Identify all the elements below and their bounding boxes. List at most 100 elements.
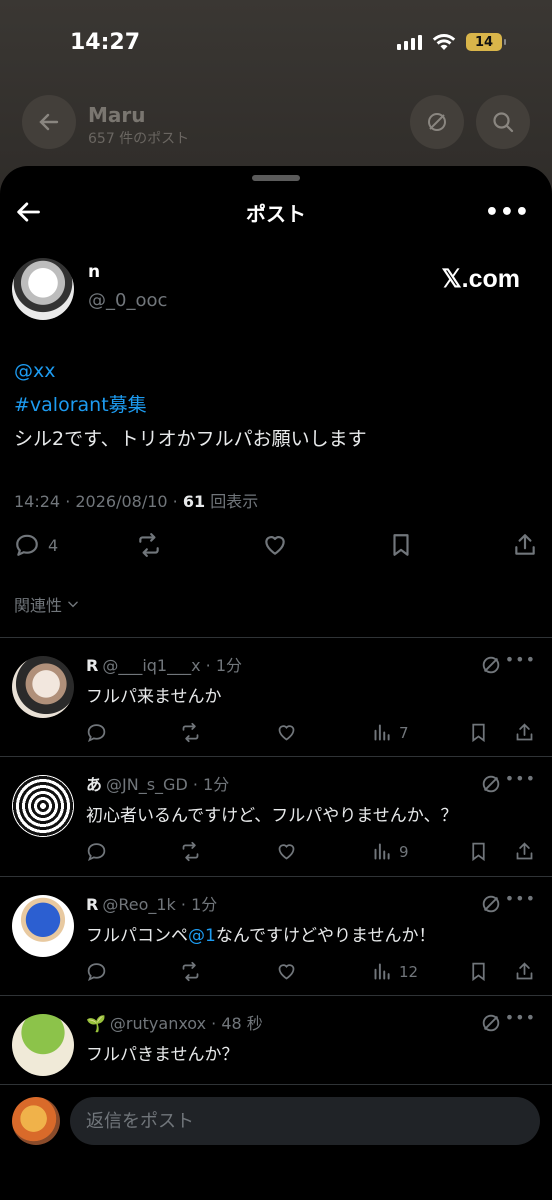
post-meta: 14:24 · 2026/08/10 · 61 回表示 — [14, 488, 258, 512]
battery-icon: 14 — [466, 33, 506, 51]
share-icon — [515, 534, 535, 555]
sort-dropdown[interactable]: 関連性 — [14, 592, 80, 616]
more-options-icon[interactable]: ••• — [505, 650, 536, 669]
more-options-icon[interactable]: ••• — [505, 1008, 536, 1027]
avatar[interactable] — [12, 775, 74, 837]
grok-icon[interactable] — [480, 654, 502, 676]
reply-handle[interactable]: @JN_s_GD · 1分 — [106, 775, 229, 794]
repost-icon — [182, 841, 199, 862]
reply-author-name[interactable]: R — [86, 895, 98, 914]
reply-text-part: なんですけどやりませんか！ — [215, 926, 436, 946]
author-handle[interactable]: @_0_ooc — [88, 290, 167, 311]
view-count: 61 — [182, 492, 206, 511]
background-subtitle: 657 件のポスト — [88, 131, 190, 147]
avatar[interactable] — [12, 1097, 60, 1145]
reply-button[interactable] — [86, 961, 107, 982]
mention-link[interactable]: @xx — [14, 360, 56, 382]
views-count: 7 — [399, 723, 409, 742]
share-button[interactable] — [514, 841, 535, 862]
reply-text: フルパ来ませんか — [86, 687, 222, 707]
like-button[interactable] — [262, 532, 288, 558]
reply-icon — [16, 534, 38, 556]
reply-button[interactable]: 4 — [14, 532, 58, 558]
grok-icon[interactable] — [480, 1012, 502, 1034]
cellular-signal-icon — [397, 34, 422, 50]
reply-button[interactable] — [86, 722, 107, 743]
post-body: @xx #valorant募集 シル2です、トリオかフルパお願いします — [14, 354, 367, 456]
grok-icon[interactable] — [480, 773, 502, 795]
status-icons: 14 — [397, 33, 506, 51]
mention-link[interactable]: @1 — [188, 926, 216, 946]
status-time: 14:27 — [70, 30, 141, 55]
views-button[interactable]: 9 — [372, 841, 409, 862]
grok-icon — [428, 113, 446, 131]
share-button[interactable] — [514, 722, 535, 743]
share-icon — [516, 962, 533, 980]
reply-item[interactable]: R @Reo_1k · 1分 ••• フルパコンペ@1なんですけどやりませんか！ … — [0, 877, 552, 995]
background-grok-button — [410, 95, 464, 149]
post-text: シル2です、トリオかフルパお願いします — [14, 428, 367, 450]
share-button[interactable] — [514, 961, 535, 982]
reply-handle[interactable]: @Reo_1k · 1分 — [102, 895, 217, 914]
heart-icon — [278, 844, 295, 860]
reply-composer — [0, 1084, 552, 1200]
analytics-icon — [374, 963, 390, 980]
bookmark-icon — [472, 723, 485, 743]
status-bar: 14:27 14 — [0, 0, 552, 90]
grok-icon[interactable] — [480, 893, 502, 915]
reply-author-name[interactable]: 🌱 — [86, 1014, 106, 1033]
reply-header: R @Reo_1k · 1分 — [86, 891, 217, 915]
reply-actions: 9 — [0, 841, 552, 865]
reply-author-name[interactable]: あ — [86, 775, 102, 794]
reply-button[interactable] — [86, 841, 107, 862]
reply-author-name[interactable]: R — [86, 656, 98, 675]
more-options-icon[interactable]: ••• — [505, 889, 536, 908]
like-button[interactable] — [276, 961, 297, 982]
author-avatar[interactable] — [12, 258, 74, 320]
bookmark-button[interactable] — [468, 961, 489, 982]
share-button[interactable] — [512, 532, 538, 558]
reply-actions: 12 — [0, 961, 552, 985]
more-options-icon[interactable]: ••• — [505, 769, 536, 788]
avatar[interactable] — [12, 895, 74, 957]
bookmark-icon — [472, 842, 485, 862]
repost-button[interactable] — [180, 722, 201, 743]
reply-count: 4 — [48, 535, 59, 555]
author-name[interactable]: n — [88, 262, 100, 282]
reply-text: フルパきませんか？ — [86, 1045, 239, 1065]
background-header: Maru 657 件のポスト — [0, 95, 552, 155]
analytics-icon — [374, 843, 390, 860]
page-title: ポスト — [246, 202, 306, 226]
like-button[interactable] — [276, 722, 297, 743]
reply-item[interactable]: R @___iq1___x · 1分 ••• フルパ来ませんか 7 — [0, 638, 552, 756]
post-sheet: ポスト ••• n @_0_ooc 𝕏.com @xx #valorant募集 … — [0, 166, 552, 1200]
reply-input[interactable] — [70, 1097, 540, 1145]
views-button[interactable]: 7 — [372, 722, 409, 743]
bookmark-button[interactable] — [468, 841, 489, 862]
reply-handle[interactable]: @rutyanxox · 48 秒 — [110, 1014, 263, 1033]
avatar[interactable] — [12, 656, 74, 718]
repost-icon — [139, 533, 159, 557]
views-count: 12 — [399, 962, 419, 981]
background-back-button — [22, 95, 76, 149]
repost-button[interactable] — [180, 841, 201, 862]
hashtag-link[interactable]: #valorant募集 — [14, 394, 147, 416]
bookmark-button[interactable] — [468, 722, 489, 743]
repost-button[interactable] — [136, 532, 162, 558]
chevron-down-icon — [68, 601, 78, 608]
bookmark-button[interactable] — [388, 532, 414, 558]
views-button[interactable]: 12 — [372, 961, 418, 982]
reply-item[interactable]: あ @JN_s_GD · 1分 ••• 初心者いるんですけど、フルパやりませんか、… — [0, 757, 552, 875]
reply-handle[interactable]: @___iq1___x · 1分 — [102, 656, 242, 675]
like-button[interactable] — [276, 841, 297, 862]
avatar[interactable] — [12, 1014, 74, 1076]
repost-button[interactable] — [180, 961, 201, 982]
reply-header: 🌱 @rutyanxox · 48 秒 — [86, 1010, 263, 1034]
more-options-icon[interactable]: ••• — [485, 200, 530, 225]
arrow-left-icon — [39, 113, 59, 131]
repost-icon — [182, 961, 199, 982]
share-icon — [516, 723, 533, 741]
post-actions: 4 — [0, 532, 552, 566]
reply-icon — [87, 963, 106, 982]
sheet-grabber[interactable] — [252, 175, 300, 181]
